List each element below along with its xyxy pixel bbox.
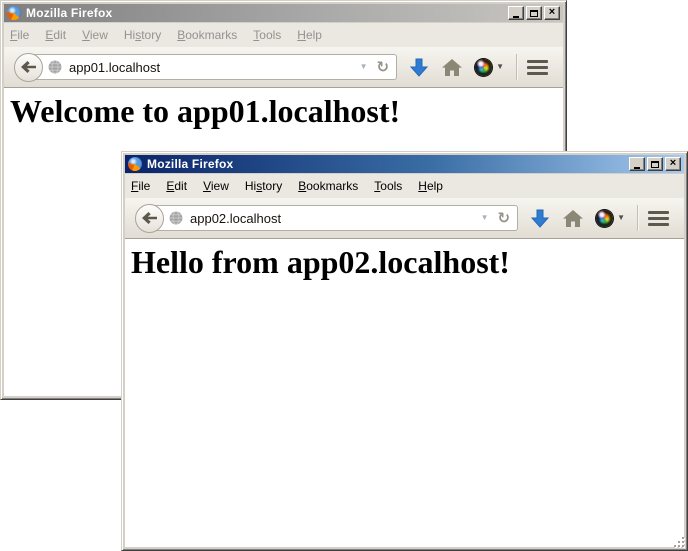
download-arrow-icon (410, 58, 428, 77)
home-button[interactable] (563, 210, 583, 227)
minimize-icon (513, 16, 519, 18)
window-title: Mozilla Firefox (26, 6, 508, 20)
resize-grip[interactable] (672, 535, 686, 549)
menu-bookmarks[interactable]: Bookmarks (292, 177, 364, 195)
titlebar[interactable]: Mozilla Firefox × (125, 155, 684, 173)
url-text[interactable]: app01.localhost (69, 60, 354, 75)
globe-icon (169, 211, 183, 225)
menu-file[interactable]: File (125, 177, 156, 195)
window-controls: × (508, 6, 561, 20)
reload-button[interactable]: ↻ (495, 211, 514, 226)
menu-help[interactable]: Help (412, 177, 449, 195)
menu-tools[interactable]: Tools (247, 26, 287, 44)
addon-caret-icon: ▼ (617, 214, 625, 222)
home-button[interactable] (442, 59, 462, 76)
maximize-button[interactable] (526, 6, 542, 20)
menu-bar: File Edit View History Bookmarks Tools H… (125, 174, 684, 198)
download-button[interactable] (531, 209, 549, 228)
reload-button[interactable]: ↻ (374, 60, 393, 75)
back-button[interactable] (135, 204, 164, 233)
navigation-toolbar: app01.localhost ▼ ↻ ▼ (4, 47, 563, 88)
toolbar-separator (516, 54, 517, 80)
color-wheel-icon (475, 59, 492, 76)
menu-tools[interactable]: Tools (368, 177, 408, 195)
menu-view[interactable]: View (197, 177, 235, 195)
addon-button[interactable]: ▼ (596, 210, 625, 227)
menu-bar: File Edit View History Bookmarks Tools H… (4, 23, 563, 47)
minimize-button[interactable] (629, 157, 645, 171)
desktop: { "menu": { "items": [ {"pre": "", "key"… (0, 0, 688, 551)
open-menu-button[interactable] (527, 60, 548, 75)
maximize-icon (651, 161, 659, 168)
titlebar[interactable]: Mozilla Firefox × (4, 4, 563, 22)
navigation-toolbar: app02.localhost ▼ ↻ ▼ (125, 198, 684, 239)
close-button[interactable]: × (544, 6, 560, 20)
url-bar[interactable]: app02.localhost ▼ ↻ (148, 205, 518, 231)
globe-icon (48, 60, 62, 74)
url-text[interactable]: app02.localhost (190, 211, 475, 226)
minimize-icon (634, 167, 640, 169)
open-menu-button[interactable] (648, 211, 669, 226)
home-icon (563, 210, 583, 227)
url-bar[interactable]: app01.localhost ▼ ↻ (27, 54, 397, 80)
download-arrow-icon (531, 209, 549, 228)
page-heading: Hello from app02.localhost! (131, 244, 684, 281)
menu-edit[interactable]: Edit (39, 26, 72, 44)
page-content: Hello from app02.localhost! (125, 239, 684, 547)
download-button[interactable] (410, 58, 428, 77)
urlbar-dropdown-icon[interactable]: ▼ (475, 214, 495, 222)
color-wheel-icon (596, 210, 613, 227)
firefox-icon (7, 6, 21, 20)
firefox-icon (128, 157, 142, 171)
menu-edit[interactable]: Edit (160, 177, 193, 195)
minimize-button[interactable] (508, 6, 524, 20)
back-arrow-icon (21, 61, 36, 73)
urlbar-dropdown-icon[interactable]: ▼ (354, 63, 374, 71)
page-heading: Welcome to app01.localhost! (10, 93, 563, 130)
menu-help[interactable]: Help (291, 26, 328, 44)
close-button[interactable]: × (665, 157, 681, 171)
maximize-button[interactable] (647, 157, 663, 171)
firefox-window-app02: Mozilla Firefox × File Edit View History… (121, 151, 688, 551)
menu-history[interactable]: History (118, 26, 167, 44)
menu-view[interactable]: View (76, 26, 114, 44)
home-icon (442, 59, 462, 76)
window-controls: × (629, 157, 682, 171)
toolbar-separator (637, 205, 638, 231)
menu-file[interactable]: File (4, 26, 35, 44)
menu-history[interactable]: History (239, 177, 288, 195)
back-button[interactable] (14, 53, 43, 82)
window-title: Mozilla Firefox (147, 157, 629, 171)
menu-bookmarks[interactable]: Bookmarks (171, 26, 243, 44)
maximize-icon (530, 10, 538, 17)
addon-caret-icon: ▼ (496, 63, 504, 71)
addon-button[interactable]: ▼ (475, 59, 504, 76)
back-arrow-icon (142, 212, 157, 224)
